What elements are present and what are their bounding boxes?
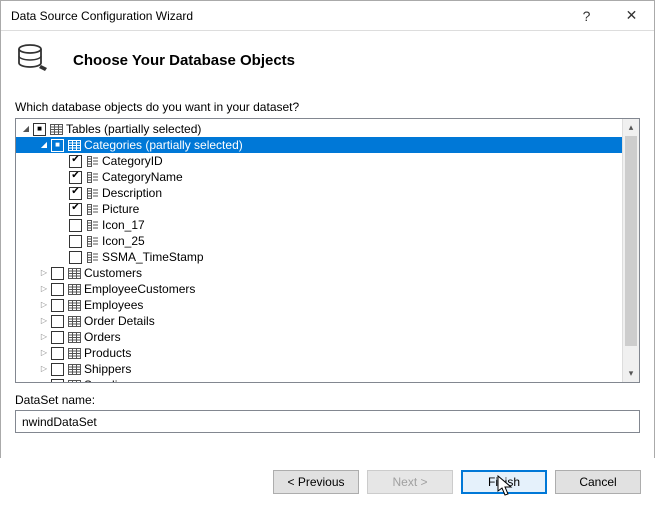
expander-icon[interactable] bbox=[38, 281, 50, 297]
expander-icon[interactable] bbox=[38, 265, 50, 281]
expander-icon[interactable] bbox=[38, 361, 50, 377]
tree-node[interactable]: Customers bbox=[16, 265, 622, 281]
scroll-thumb[interactable] bbox=[625, 136, 637, 346]
expander-icon[interactable] bbox=[38, 345, 50, 361]
tree-node-label: Employees bbox=[84, 297, 143, 313]
checkbox[interactable] bbox=[69, 171, 82, 184]
table-icon bbox=[67, 283, 81, 296]
wizard-header: Choose Your Database Objects bbox=[1, 31, 654, 94]
checkbox[interactable] bbox=[51, 331, 64, 344]
checkbox[interactable] bbox=[69, 235, 82, 248]
tree-node[interactable]: Tables (partially selected) bbox=[16, 121, 622, 137]
expander-icon[interactable] bbox=[38, 137, 50, 153]
column-icon bbox=[85, 235, 99, 248]
tree-node-label: Products bbox=[84, 345, 131, 361]
checkbox[interactable] bbox=[51, 267, 64, 280]
column-icon bbox=[85, 219, 99, 232]
expander-icon[interactable] bbox=[38, 329, 50, 345]
checkbox[interactable] bbox=[51, 315, 64, 328]
table-icon bbox=[67, 139, 81, 152]
finish-button[interactable]: Finish bbox=[461, 470, 547, 494]
column-icon bbox=[85, 203, 99, 216]
dataset-name-label: DataSet name: bbox=[15, 393, 640, 407]
table-icon bbox=[67, 267, 81, 280]
scroll-down-button[interactable]: ▾ bbox=[623, 365, 639, 382]
table-icon bbox=[67, 379, 81, 383]
expander-icon[interactable] bbox=[38, 297, 50, 313]
tree-node[interactable]: SSMA_TimeStamp bbox=[16, 249, 622, 265]
tree-node[interactable]: Categories (partially selected) bbox=[16, 137, 622, 153]
expander-icon[interactable] bbox=[38, 313, 50, 329]
column-icon bbox=[85, 171, 99, 184]
tree-node-label: Description bbox=[102, 185, 162, 201]
tree-node-label: Icon_25 bbox=[102, 233, 145, 249]
tree-node-label: Picture bbox=[102, 201, 139, 217]
tree-node[interactable]: Order Details bbox=[16, 313, 622, 329]
tree-node-label: Customers bbox=[84, 265, 142, 281]
tree-node[interactable]: CategoryID bbox=[16, 153, 622, 169]
checkbox[interactable] bbox=[51, 299, 64, 312]
checkbox[interactable] bbox=[69, 219, 82, 232]
tree-node-label: Orders bbox=[84, 329, 121, 345]
titlebar: Data Source Configuration Wizard ? ✕ bbox=[1, 1, 654, 31]
tree-node-label: Icon_17 bbox=[102, 217, 145, 233]
expander-icon[interactable] bbox=[38, 377, 50, 382]
tree-node-label: EmployeeCustomers bbox=[84, 281, 195, 297]
checkbox[interactable] bbox=[69, 203, 82, 216]
checkbox[interactable] bbox=[51, 363, 64, 376]
expander-icon[interactable] bbox=[20, 121, 32, 137]
window-title: Data Source Configuration Wizard bbox=[11, 9, 564, 23]
tree-node-label: SSMA_TimeStamp bbox=[102, 249, 204, 265]
checkbox[interactable] bbox=[33, 123, 46, 136]
checkbox[interactable] bbox=[51, 379, 64, 383]
tree-node[interactable]: Products bbox=[16, 345, 622, 361]
header-title: Choose Your Database Objects bbox=[73, 52, 295, 69]
tree-node-label: Suppliers bbox=[84, 377, 134, 382]
scroll-up-button[interactable]: ▴ bbox=[623, 119, 639, 136]
scroll-track[interactable] bbox=[623, 136, 639, 365]
table-icon bbox=[67, 347, 81, 360]
help-button[interactable]: ? bbox=[564, 1, 609, 31]
close-button[interactable]: ✕ bbox=[609, 1, 654, 31]
tree-node-label: CategoryName bbox=[102, 169, 183, 185]
dataset-name-input[interactable] bbox=[15, 410, 640, 433]
column-icon bbox=[85, 251, 99, 264]
tree-node[interactable]: Orders bbox=[16, 329, 622, 345]
object-tree[interactable]: Tables (partially selected)Categories (p… bbox=[15, 118, 640, 383]
tree-node[interactable]: Icon_25 bbox=[16, 233, 622, 249]
tree-node[interactable]: Suppliers bbox=[16, 377, 622, 382]
tree-node[interactable]: EmployeeCustomers bbox=[16, 281, 622, 297]
tree-node-label: Shippers bbox=[84, 361, 131, 377]
tree-node-label: CategoryID bbox=[102, 153, 163, 169]
checkbox[interactable] bbox=[69, 155, 82, 168]
checkbox[interactable] bbox=[51, 139, 64, 152]
tree-node[interactable]: Icon_17 bbox=[16, 217, 622, 233]
cancel-button[interactable]: Cancel bbox=[555, 470, 641, 494]
table-icon bbox=[67, 363, 81, 376]
column-icon bbox=[85, 155, 99, 168]
tree-node[interactable]: Picture bbox=[16, 201, 622, 217]
table-icon bbox=[49, 123, 63, 136]
column-icon bbox=[85, 187, 99, 200]
checkbox[interactable] bbox=[69, 187, 82, 200]
checkbox[interactable] bbox=[69, 251, 82, 264]
next-button: Next > bbox=[367, 470, 453, 494]
prompt-text: Which database objects do you want in yo… bbox=[15, 100, 640, 114]
footer: < Previous Next > Finish Cancel bbox=[0, 458, 655, 508]
table-icon bbox=[67, 315, 81, 328]
checkbox[interactable] bbox=[51, 347, 64, 360]
checkbox[interactable] bbox=[51, 283, 64, 296]
tree-node[interactable]: Shippers bbox=[16, 361, 622, 377]
scrollbar[interactable]: ▴ ▾ bbox=[622, 119, 639, 382]
table-icon bbox=[67, 331, 81, 344]
tree-node-label: Tables (partially selected) bbox=[66, 121, 201, 137]
database-icon bbox=[17, 43, 49, 78]
previous-button[interactable]: < Previous bbox=[273, 470, 359, 494]
tree-node[interactable]: Description bbox=[16, 185, 622, 201]
tree-node-label: Categories (partially selected) bbox=[84, 137, 243, 153]
table-icon bbox=[67, 299, 81, 312]
tree-node-label: Order Details bbox=[84, 313, 155, 329]
tree-node[interactable]: CategoryName bbox=[16, 169, 622, 185]
tree-node[interactable]: Employees bbox=[16, 297, 622, 313]
